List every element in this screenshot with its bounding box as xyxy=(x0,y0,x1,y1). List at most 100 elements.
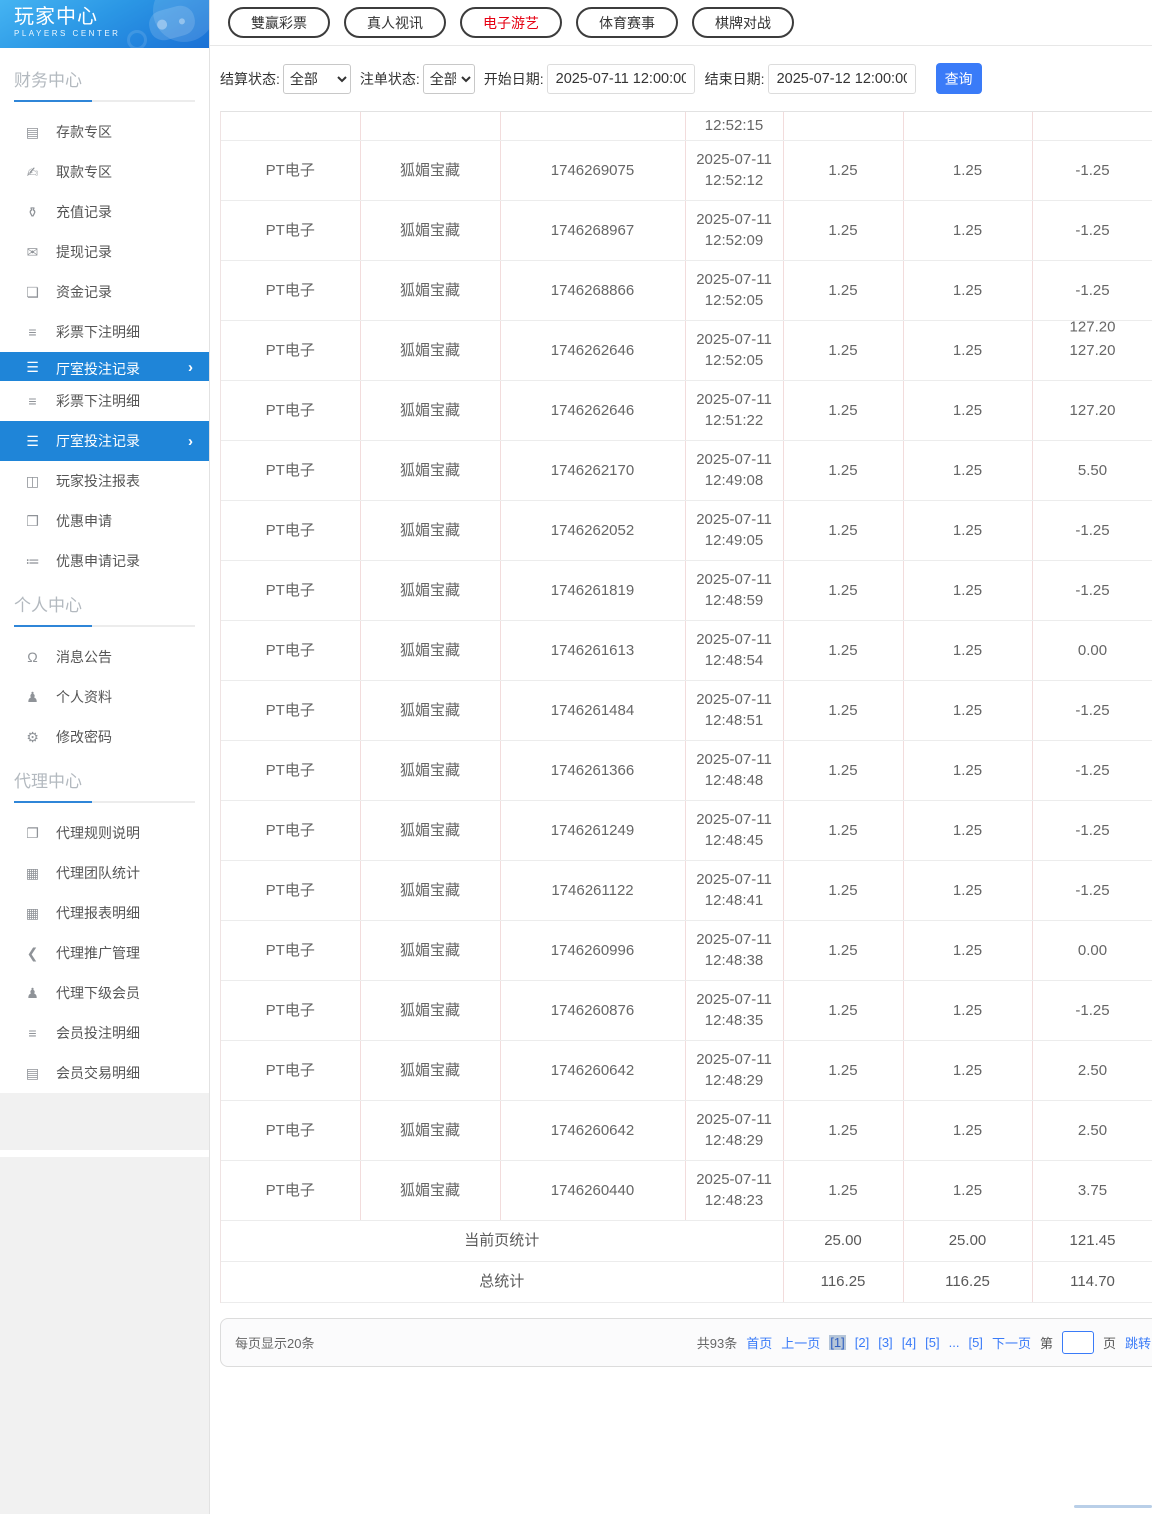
sidebar-item[interactable]: ⚱ 充值记录 › xyxy=(0,192,209,232)
sidebar-item[interactable]: ⚙ 修改密码 › xyxy=(0,717,209,757)
page-jump-input[interactable] xyxy=(1061,1330,1094,1354)
total-count-text: 共93条 xyxy=(696,1335,738,1351)
section-heading-finance: 财务中心 xyxy=(14,71,82,90)
cell-order-id: 1746262052 xyxy=(500,500,686,561)
profit-value: -1.25 xyxy=(1075,821,1110,839)
page-link[interactable]: [2] xyxy=(855,1335,869,1350)
sidebar-item[interactable]: ❐ 代理规则说明 › xyxy=(0,813,209,853)
cell-platform: PT电子 xyxy=(221,440,361,501)
gray-band xyxy=(0,1093,209,1150)
sidebar-item[interactable]: ≡ 彩票下注明细 › xyxy=(0,381,209,421)
total-stats-row: 总统计 116.25 116.25 114.70 xyxy=(221,1261,1152,1303)
table-row: PT电子 狐媚宝藏 1746260440 2025-07-11 12:48:23… xyxy=(221,1160,1152,1221)
sidebar-item[interactable]: ≡ 彩票下注明细 › xyxy=(0,312,209,352)
sidebar-item[interactable]: ❏ 资金记录 › xyxy=(0,272,209,312)
start-date-input[interactable] xyxy=(546,63,695,94)
share-icon: ❮ xyxy=(26,944,39,961)
jump-button[interactable]: 跳转 xyxy=(1125,1333,1151,1352)
sidebar-item[interactable]: ☰ 厅室投注记录 › xyxy=(0,352,209,381)
table-row: PT电子 狐媚宝藏 1746261613 2025-07-11 12:48:54… xyxy=(221,620,1152,681)
member-trades-icon: ▤ xyxy=(25,1064,40,1081)
cell-platform: PT电子 xyxy=(221,860,361,921)
page-link[interactable]: [1] xyxy=(829,1334,846,1350)
order-status-select[interactable]: 全部 xyxy=(422,63,475,94)
category-tab[interactable]: 棋牌对战 xyxy=(692,7,794,38)
cell-time: 12:52:15 xyxy=(704,117,764,135)
cell-profit: -1.25 -1.25 xyxy=(1032,500,1152,561)
cell-order-id: 1746262170 xyxy=(500,440,686,501)
sidebar-item[interactable]: ♟ 代理下级会员 › xyxy=(0,973,209,1013)
cell-date: 2025-07-11 xyxy=(696,451,772,468)
cell-time: 12:48:45 xyxy=(704,832,764,849)
category-tab[interactable]: 真人视讯 xyxy=(344,7,446,38)
page-link[interactable]: 下一页 xyxy=(992,1333,1031,1352)
search-button[interactable]: 查询 xyxy=(935,63,982,94)
sidebar-item[interactable]: ✍ 取款专区 › xyxy=(0,152,209,192)
sidebar-item[interactable]: Ω 消息公告 › xyxy=(0,637,209,677)
cell-order-id: 1746261613 xyxy=(500,620,686,681)
section-heading-agent: 代理中心 xyxy=(14,772,82,791)
settle-status-label: 结算状态: xyxy=(220,70,280,87)
page-link[interactable]: 首页 xyxy=(746,1333,772,1352)
cell-bet-amount: 1.25 xyxy=(783,800,904,861)
sidebar-item[interactable]: ▦ 代理团队统计 › xyxy=(0,853,209,893)
profit-value: 0.00 xyxy=(1077,641,1108,659)
cell-profit: -1.25 -1.25 xyxy=(1032,140,1152,201)
profit-value: 0.00 xyxy=(1077,941,1108,959)
sidebar-item[interactable]: ▦ 代理报表明细 › xyxy=(0,893,209,933)
cell-game: 狐媚宝藏 xyxy=(360,800,501,861)
lottery-list-icon: ≡ xyxy=(28,393,37,409)
category-tab[interactable]: 体育赛事 xyxy=(576,7,678,38)
category-tab[interactable]: 电子游艺 xyxy=(460,7,562,38)
end-date-input[interactable] xyxy=(767,63,916,94)
cell-date: 2025-07-11 xyxy=(696,391,772,408)
sidebar-item[interactable]: ◫ 玩家投注报表 › xyxy=(0,461,209,501)
cell-time: 12:51:22 xyxy=(704,412,764,429)
total-stats-label: 总统计 xyxy=(221,1261,784,1303)
sidebar-item[interactable]: ❮ 代理推广管理 › xyxy=(0,933,209,973)
person-icon: ♟ xyxy=(26,688,39,705)
category-tab[interactable]: 雙赢彩票 xyxy=(228,7,330,38)
cell-time: 12:48:48 xyxy=(704,772,764,789)
page-link[interactable]: [5] xyxy=(925,1335,939,1350)
settle-status-select[interactable]: 全部 xyxy=(282,63,351,94)
sidebar-item[interactable]: ✉ 提现记录 › xyxy=(0,232,209,272)
sidebar-item[interactable]: ▤ 存款专区 › xyxy=(0,112,209,152)
cell-time: 12:48:54 xyxy=(704,652,764,669)
page-link[interactable]: ... xyxy=(949,1335,960,1350)
cell-profit xyxy=(1032,112,1152,141)
table-row: PT电子 狐媚宝藏 1746269075 2025-07-11 12:52:12… xyxy=(221,140,1152,201)
sidebar-item[interactable]: ≔ 优惠申请记录 › xyxy=(0,541,209,581)
chevron-right-icon: › xyxy=(188,359,193,376)
corner-widget-edge xyxy=(1074,1505,1152,1508)
page-link[interactable]: [5] xyxy=(968,1335,982,1350)
cell-game: 狐媚宝藏 xyxy=(360,1100,501,1161)
profit-value: -1.25 xyxy=(1075,761,1110,779)
cell-datetime: 2025-07-11 12:48:59 xyxy=(685,560,784,621)
sidebar-item[interactable]: ♟ 个人资料 › xyxy=(0,677,209,717)
cell-date: 2025-07-11 xyxy=(696,211,772,228)
sidebar-item-label: 个人资料 xyxy=(56,689,112,705)
page-link[interactable]: 上一页 xyxy=(781,1333,820,1352)
cell-game: 狐媚宝藏 xyxy=(360,920,501,981)
sidebar-item-label: 彩票下注明细 xyxy=(56,324,140,340)
sidebar-item[interactable]: ❒ 优惠申请 › xyxy=(0,501,209,541)
page-link[interactable]: [4] xyxy=(902,1335,916,1350)
cell-bet-amount: 1.25 xyxy=(783,200,904,261)
sidebar-item[interactable]: ▤ 会员交易明细 › xyxy=(0,1053,209,1093)
page-link[interactable]: [3] xyxy=(878,1335,892,1350)
cell-valid-amount: 1.25 xyxy=(903,1160,1033,1221)
sidebar-item[interactable]: ☰ 厅室投注记录 › xyxy=(0,421,209,461)
cell-time: 12:48:35 xyxy=(704,1012,764,1029)
cell-bet-amount: 1.25 xyxy=(783,320,904,381)
sidebar-item[interactable]: ≡ 会员投注明细 › xyxy=(0,1013,209,1053)
cell-bet-amount: 1.25 xyxy=(783,1160,904,1221)
cell-game: 狐媚宝藏 xyxy=(360,980,501,1041)
cell-platform: PT电子 xyxy=(221,140,361,201)
page-stats-row: 当前页统计 25.00 25.00 121.45 xyxy=(221,1220,1152,1262)
cell-datetime: 2025-07-11 12:48:35 xyxy=(685,980,784,1041)
cell-profit: -1.25 -1.25 xyxy=(1032,980,1152,1041)
cell-platform: PT电子 xyxy=(221,560,361,621)
cell-valid-amount: 1.25 xyxy=(903,740,1033,801)
cell-datetime: 2025-07-11 12:48:48 xyxy=(685,740,784,801)
